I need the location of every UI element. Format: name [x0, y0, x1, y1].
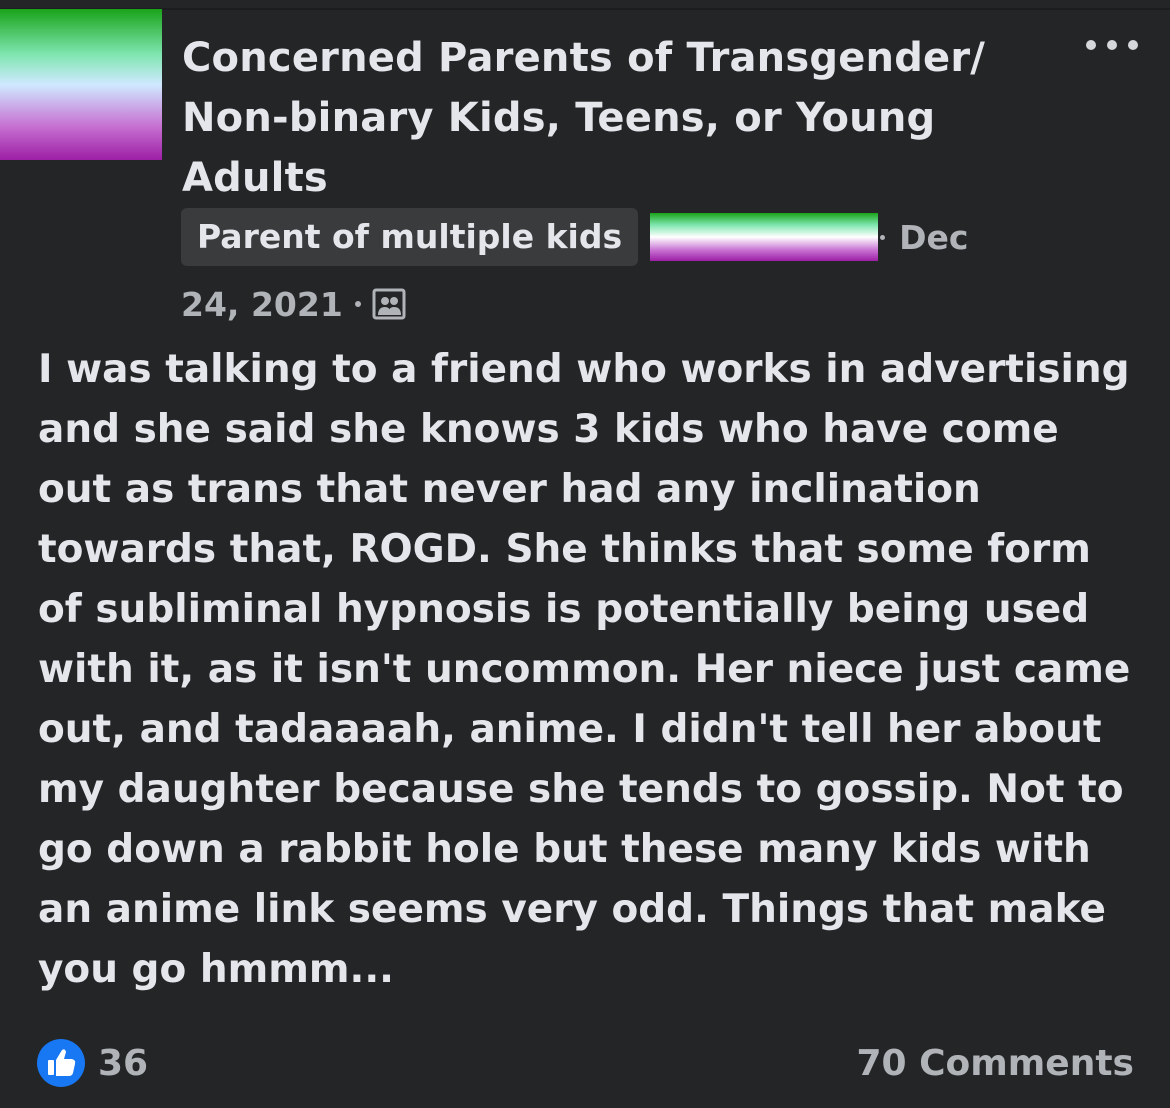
separator-dot [354, 301, 361, 307]
like-thumb-icon [37, 1039, 85, 1087]
post-body-text: I was talking to a friend who works in a… [38, 347, 1131, 992]
post-footer: 36 70 Comments [36, 1036, 1134, 1090]
more-dot [1086, 40, 1096, 50]
reactions-summary[interactable]: 36 [36, 1038, 148, 1088]
more-options-icon[interactable] [1082, 30, 1142, 60]
comments-count-link[interactable]: 70 Comments [857, 1043, 1135, 1084]
top-divider [0, 8, 1170, 10]
group-avatar[interactable] [0, 9, 162, 160]
role-badge[interactable]: Parent of multiple kids [181, 208, 639, 266]
group-name-link[interactable]: Concerned Parents of Transgender/ Non-bi… [182, 28, 1042, 208]
post-meta-line2: 24, 2021 [181, 280, 407, 328]
post-meta: Parent of multiple kids Dec [181, 208, 968, 266]
post-date-month[interactable]: Dec [899, 218, 968, 257]
author-name-redacted[interactable] [650, 213, 879, 261]
separator-dot [880, 234, 886, 240]
members-only-group-icon[interactable] [371, 286, 407, 322]
post-date-day-year[interactable]: 24, 2021 [181, 285, 343, 324]
more-dot [1107, 40, 1117, 50]
like-count: 36 [98, 1042, 149, 1084]
more-dot [1128, 40, 1138, 50]
